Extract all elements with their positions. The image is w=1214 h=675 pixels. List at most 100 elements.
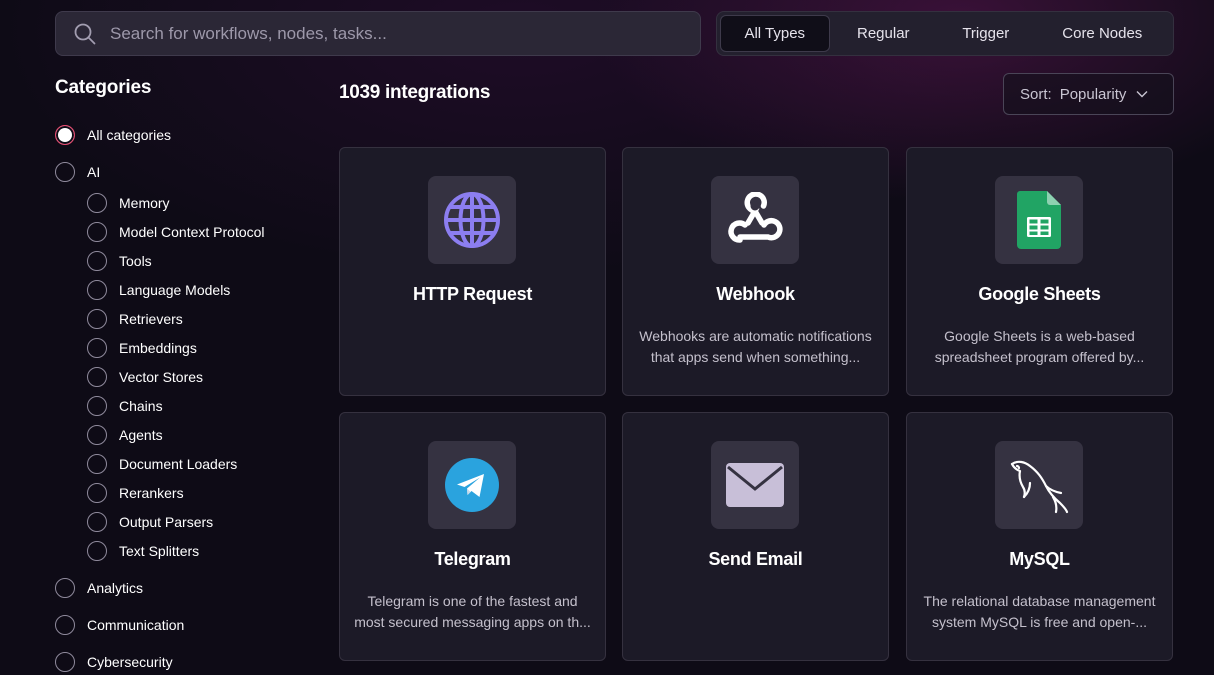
card-icon-box — [711, 441, 799, 529]
card-description-line: system MySQL is free and open-... — [931, 614, 1147, 630]
radio[interactable] — [87, 309, 107, 329]
tab-all-types[interactable]: All Types — [720, 15, 830, 52]
category-language-models[interactable]: Language Models — [87, 280, 230, 300]
card-title: Google Sheets — [978, 284, 1101, 304]
radio[interactable] — [87, 251, 107, 271]
category-label: Chains — [119, 398, 163, 414]
category-communication[interactable]: Communication — [55, 615, 184, 635]
card-title: MySQL — [1009, 549, 1070, 569]
category-model-context-protocol[interactable]: Model Context Protocol — [87, 222, 265, 242]
integration-card-google-sheets[interactable]: Google Sheets Google Sheets is a web-bas… — [906, 147, 1173, 396]
card-description: Google Sheets is a web-based spreadsheet… — [921, 326, 1158, 368]
card-icon-box — [428, 176, 516, 264]
category-label: Text Splitters — [119, 543, 200, 559]
category-label: Output Parsers — [119, 514, 214, 530]
radio[interactable] — [87, 193, 107, 213]
search-icon — [74, 23, 96, 44]
radio[interactable] — [87, 338, 107, 358]
card-description-line: that apps send when something... — [650, 349, 861, 365]
envelope-icon — [726, 463, 784, 507]
category-agents[interactable]: Agents — [87, 425, 163, 445]
card-description: Webhooks are automatic notifications tha… — [637, 326, 874, 368]
category-label: Tools — [119, 253, 152, 269]
category-all[interactable]: All categories — [55, 125, 171, 145]
card-title: HTTP Request — [412, 284, 533, 304]
card-description-line: most secured messaging apps on th... — [354, 614, 591, 630]
category-vector-stores[interactable]: Vector Stores — [87, 367, 203, 387]
integration-card-telegram[interactable]: Telegram Telegram is one of the fastest … — [339, 412, 606, 661]
card-description-line: Google Sheets is a web-based — [944, 328, 1135, 344]
globe-icon — [444, 192, 500, 248]
radio[interactable] — [87, 222, 107, 242]
category-rerankers[interactable]: Rerankers — [87, 483, 184, 503]
category-retrievers[interactable]: Retrievers — [87, 309, 183, 329]
radio[interactable] — [87, 425, 107, 445]
category-label: Model Context Protocol — [119, 224, 265, 240]
integration-card-webhook[interactable]: Webhook Webhooks are automatic notificat… — [622, 147, 889, 396]
radio[interactable] — [87, 483, 107, 503]
category-label: Retrievers — [119, 311, 183, 327]
category-label: Document Loaders — [119, 456, 238, 472]
integration-card-mysql[interactable]: MySQL The relational database management… — [906, 412, 1173, 661]
google-sheets-icon — [1017, 191, 1061, 249]
card-title: Telegram — [434, 549, 511, 569]
category-chains[interactable]: Chains — [87, 396, 163, 416]
category-label: Vector Stores — [119, 369, 204, 385]
radio[interactable] — [55, 652, 75, 672]
radio-selected[interactable] — [55, 125, 75, 145]
webhook-icon — [728, 192, 783, 243]
category-embeddings[interactable]: Embeddings — [87, 338, 197, 358]
category-label: Cybersecurity — [87, 654, 173, 670]
category-label: Rerankers — [119, 485, 184, 501]
category-label: Agents — [119, 427, 163, 443]
sort-dropdown[interactable]: Sort: Popularity — [1003, 73, 1174, 115]
sort-label: Sort: — [1020, 85, 1052, 103]
integration-card-send-email[interactable]: Send Email — [622, 412, 889, 661]
card-description-line: spreadsheet program offered by... — [934, 349, 1145, 365]
chevron-down-icon — [1136, 91, 1148, 98]
radio[interactable] — [87, 541, 107, 561]
category-label: Embeddings — [119, 340, 197, 356]
radio[interactable] — [87, 396, 107, 416]
category-memory[interactable]: Memory — [87, 193, 170, 213]
card-icon-box — [428, 441, 516, 529]
radio[interactable] — [87, 454, 107, 474]
category-ai[interactable]: AI — [55, 162, 100, 182]
telegram-icon — [445, 458, 499, 512]
search-input[interactable] — [110, 23, 700, 44]
category-cybersecurity[interactable]: Cybersecurity — [55, 652, 173, 672]
radio[interactable] — [55, 615, 75, 635]
radio[interactable] — [87, 512, 107, 532]
integration-card-http-request[interactable]: HTTP Request — [339, 147, 606, 396]
sort-value: Popularity — [1059, 85, 1127, 103]
category-output-parsers[interactable]: Output Parsers — [87, 512, 213, 532]
tab-core-nodes[interactable]: Core Nodes — [1035, 15, 1170, 52]
card-description: Telegram is one of the fastest and most … — [354, 591, 591, 633]
card-description-line: Telegram is one of the fastest and — [367, 593, 578, 609]
categories-title: Categories — [55, 77, 152, 98]
search-bar[interactable] — [55, 11, 701, 56]
card-description: The relational database management syste… — [921, 591, 1158, 633]
card-description-line: Webhooks are automatic notifications — [639, 328, 872, 344]
category-label: Language Models — [119, 282, 231, 298]
tab-trigger[interactable]: Trigger — [937, 15, 1035, 52]
category-label: Memory — [119, 195, 170, 211]
card-title: Send Email — [708, 549, 803, 569]
card-icon-box — [995, 176, 1083, 264]
category-label: AI — [87, 164, 101, 180]
radio[interactable] — [55, 578, 75, 598]
category-document-loaders[interactable]: Document Loaders — [87, 454, 237, 474]
category-label: Analytics — [87, 580, 144, 596]
category-analytics[interactable]: Analytics — [55, 578, 143, 598]
tab-regular[interactable]: Regular — [830, 15, 938, 52]
card-description-line: The relational database management — [923, 593, 1156, 609]
category-tools[interactable]: Tools — [87, 251, 152, 271]
category-label: Communication — [87, 617, 185, 633]
radio[interactable] — [87, 280, 107, 300]
card-icon-box — [711, 176, 799, 264]
radio[interactable] — [55, 162, 75, 182]
category-label: All categories — [87, 127, 172, 143]
radio[interactable] — [87, 367, 107, 387]
category-text-splitters[interactable]: Text Splitters — [87, 541, 199, 561]
card-title: Webhook — [716, 284, 795, 304]
